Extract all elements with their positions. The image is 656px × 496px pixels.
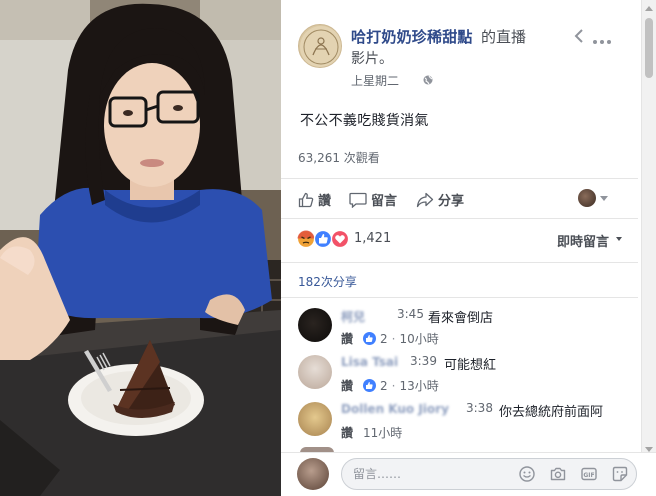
post-timestamp-link[interactable]: 上星期二 (351, 72, 399, 89)
thumbs-up-icon (363, 332, 377, 345)
comment-text: 你去總統府前面阿 (499, 405, 604, 420)
post-kind-label: 的直播 (481, 28, 527, 46)
angry-reaction-icon (296, 229, 316, 249)
reaction-icons[interactable] (296, 229, 351, 249)
comment-like-number: 2 (380, 331, 388, 346)
comment-item: 柯兒 3:45 看來會倒店 讚 2 · 10小時 (281, 300, 638, 352)
like-button[interactable]: 讚 (298, 190, 331, 209)
comment-item: Lisa Tsai 3:39 可能想紅 讚 2 · 13小時 (281, 347, 638, 399)
comment-like-count[interactable]: 2 (363, 379, 388, 393)
comment-button[interactable]: 留言 (349, 190, 397, 209)
globe-icon (423, 74, 433, 85)
share-label: 分享 (438, 194, 465, 209)
reaction-count[interactable]: 1,421 (354, 231, 391, 246)
commenter-avatar[interactable] (298, 355, 332, 389)
page-name-link[interactable]: 哈打奶奶珍稀甜點 (351, 26, 473, 47)
commenter-avatar[interactable] (298, 308, 332, 342)
post-message: 不公不義吃賤貨消氣 (300, 113, 429, 129)
comment-label: 留言 (371, 194, 398, 209)
live-video-player[interactable] (0, 0, 281, 496)
comment-input-placeholder[interactable]: 留言…… (353, 465, 401, 482)
sticker-icon[interactable] (612, 466, 628, 482)
commenter-name[interactable]: Dollen Kuo Jiory (341, 402, 449, 416)
emoji-icon[interactable] (519, 466, 535, 482)
comment-like-link[interactable]: 讚 (341, 424, 353, 441)
comment-like-number: 2 (380, 378, 388, 393)
comment-item: Dollen Kuo Jiory 3:38 你去總統府前面阿 讚 11小時 (281, 394, 638, 446)
divider (281, 297, 638, 298)
comment-age[interactable]: 11小時 (363, 424, 402, 441)
share-button[interactable]: 分享 (416, 190, 464, 209)
comment-timecode-link[interactable]: 3:38 (466, 401, 493, 415)
comment-like-link[interactable]: 讚 (341, 330, 353, 347)
like-label: 讚 (318, 194, 332, 209)
comment-like-count[interactable]: 2 (363, 332, 388, 346)
like-reaction-icon (313, 229, 333, 249)
comment-text: 可能想紅 (444, 358, 497, 373)
camera-icon[interactable] (550, 466, 566, 482)
comment-timecode-link[interactable]: 3:45 (397, 307, 424, 321)
more-options-icon[interactable] (592, 34, 612, 44)
post-kind-label-line2: 影片。 (351, 51, 393, 67)
love-reaction-icon (330, 229, 350, 249)
viewer-avatar[interactable] (578, 189, 596, 207)
chevron-down-icon[interactable] (600, 196, 608, 201)
user-avatar[interactable] (297, 458, 329, 490)
gif-icon[interactable]: GIF (581, 466, 597, 482)
comment-sort-dropdown[interactable]: 即時留言 (557, 231, 609, 250)
thumbs-up-icon (298, 192, 314, 207)
comment-age[interactable]: 13小時 (399, 377, 438, 394)
comment-timecode-link[interactable]: 3:39 (410, 354, 437, 368)
divider (281, 218, 638, 219)
thumbs-up-icon (363, 379, 377, 392)
comment-meta: 讚 2 · 10小時 (341, 330, 439, 347)
share-arrow-icon (416, 192, 434, 207)
comment-meta: 讚 2 · 13小時 (341, 377, 439, 394)
comment-like-link[interactable]: 讚 (341, 377, 353, 394)
svg-text:GIF: GIF (583, 472, 594, 479)
chevron-left-icon[interactable] (572, 28, 586, 44)
video-frame (0, 0, 281, 496)
scrollbar-thumb[interactable] (645, 18, 653, 78)
commenter-avatar[interactable] (298, 402, 332, 436)
view-count: 63,261 次觀看 (298, 151, 380, 165)
speech-bubble-icon (349, 192, 367, 208)
caret-down-icon[interactable] (616, 237, 622, 241)
comment-age[interactable]: 10小時 (399, 330, 438, 347)
divider (281, 262, 638, 263)
comment-text: 看來會倒店 (428, 311, 494, 326)
scroll-up-icon[interactable] (645, 6, 653, 11)
divider (281, 178, 638, 179)
share-count-link[interactable]: 182次分享 (298, 273, 357, 290)
commenter-name[interactable]: Lisa Tsai (341, 355, 398, 369)
page-avatar[interactable] (298, 24, 342, 68)
comment-meta: 讚 11小時 (341, 424, 402, 441)
scrollbar[interactable] (641, 0, 656, 458)
commenter-name[interactable]: 柯兒 (341, 308, 365, 325)
